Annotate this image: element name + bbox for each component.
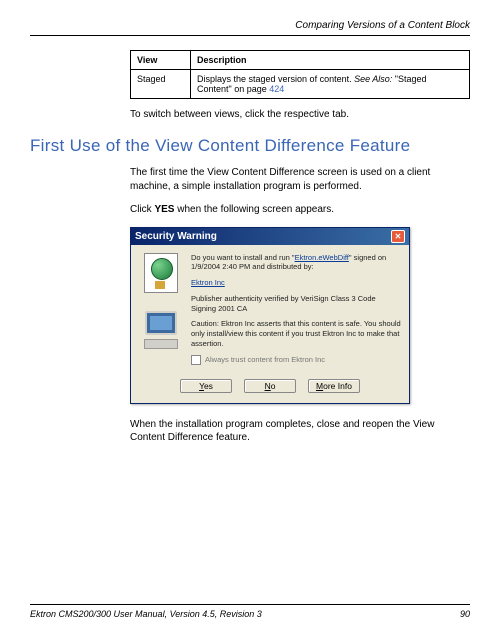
page-footer: Ektron CMS200/300 User Manual, Version 4… bbox=[30, 604, 470, 619]
yes-rest: es bbox=[204, 381, 213, 391]
more-info-button[interactable]: More Info bbox=[308, 379, 360, 393]
table-row: Staged Displays the staged version of co… bbox=[131, 70, 470, 99]
yes-button[interactable]: Yes bbox=[180, 379, 232, 393]
dialog-text: Do you want to install and run "Ektron.e… bbox=[191, 253, 401, 367]
section-heading: First Use of the View Content Difference… bbox=[30, 136, 470, 156]
dialog-titlebar: Security Warning ✕ bbox=[131, 228, 409, 245]
more-rest: ore Info bbox=[323, 381, 352, 391]
header-rule bbox=[30, 35, 470, 36]
p2b: YES bbox=[154, 204, 174, 215]
intro-paragraph: The first time the View Content Differen… bbox=[130, 166, 470, 193]
p2a: Click bbox=[130, 204, 154, 215]
publisher-link[interactable]: Ektron Inc bbox=[191, 278, 225, 287]
page-header: Comparing Versions of a Content Block bbox=[30, 20, 470, 31]
p2c: when the following screen appears. bbox=[174, 204, 334, 215]
d-line1a: Do you want to install and run " bbox=[191, 253, 295, 262]
no-button[interactable]: No bbox=[244, 379, 296, 393]
d-line3: Caution: Ektron Inc asserts that this co… bbox=[191, 319, 401, 348]
page-ref-link[interactable]: 424 bbox=[269, 84, 284, 94]
desc-see-also: See Also: bbox=[354, 74, 392, 84]
footer-left: Ektron CMS200/300 User Manual, Version 4… bbox=[30, 609, 262, 619]
col-description: Description bbox=[191, 51, 470, 70]
trust-checkbox-row: Always trust content from Ektron Inc bbox=[191, 355, 401, 365]
package-link[interactable]: Ektron.eWebDiff bbox=[295, 253, 349, 262]
d-line2: Publisher authenticity verified by VeriS… bbox=[191, 294, 401, 314]
trust-checkbox[interactable] bbox=[191, 355, 201, 365]
dialog-title: Security Warning bbox=[135, 231, 217, 242]
dialog-body: Do you want to install and run "Ektron.e… bbox=[131, 245, 409, 375]
dialog-icons bbox=[139, 253, 183, 367]
no-rest: o bbox=[271, 381, 276, 391]
cell-view: Staged bbox=[131, 70, 191, 99]
dialog-buttons: Yes No More Info bbox=[131, 375, 409, 403]
col-view: View bbox=[131, 51, 191, 70]
close-icon[interactable]: ✕ bbox=[391, 230, 405, 243]
computer-icon bbox=[140, 311, 182, 351]
completion-paragraph: When the installation program completes,… bbox=[130, 418, 470, 445]
trust-label: Always trust content from Ektron Inc bbox=[205, 355, 325, 365]
desc-text-a: Displays the staged version of content. bbox=[197, 74, 354, 84]
page-number: 90 bbox=[460, 609, 470, 619]
click-yes-paragraph: Click YES when the following screen appe… bbox=[130, 203, 470, 217]
cell-description: Displays the staged version of content. … bbox=[191, 70, 470, 99]
footer-rule bbox=[30, 604, 470, 605]
view-table: View Description Staged Displays the sta… bbox=[130, 50, 470, 99]
switch-instructions: To switch between views, click the respe… bbox=[130, 109, 470, 120]
certificate-icon bbox=[144, 253, 178, 293]
table-header-row: View Description bbox=[131, 51, 470, 70]
security-warning-dialog: Security Warning ✕ Do you want to instal… bbox=[130, 227, 410, 404]
